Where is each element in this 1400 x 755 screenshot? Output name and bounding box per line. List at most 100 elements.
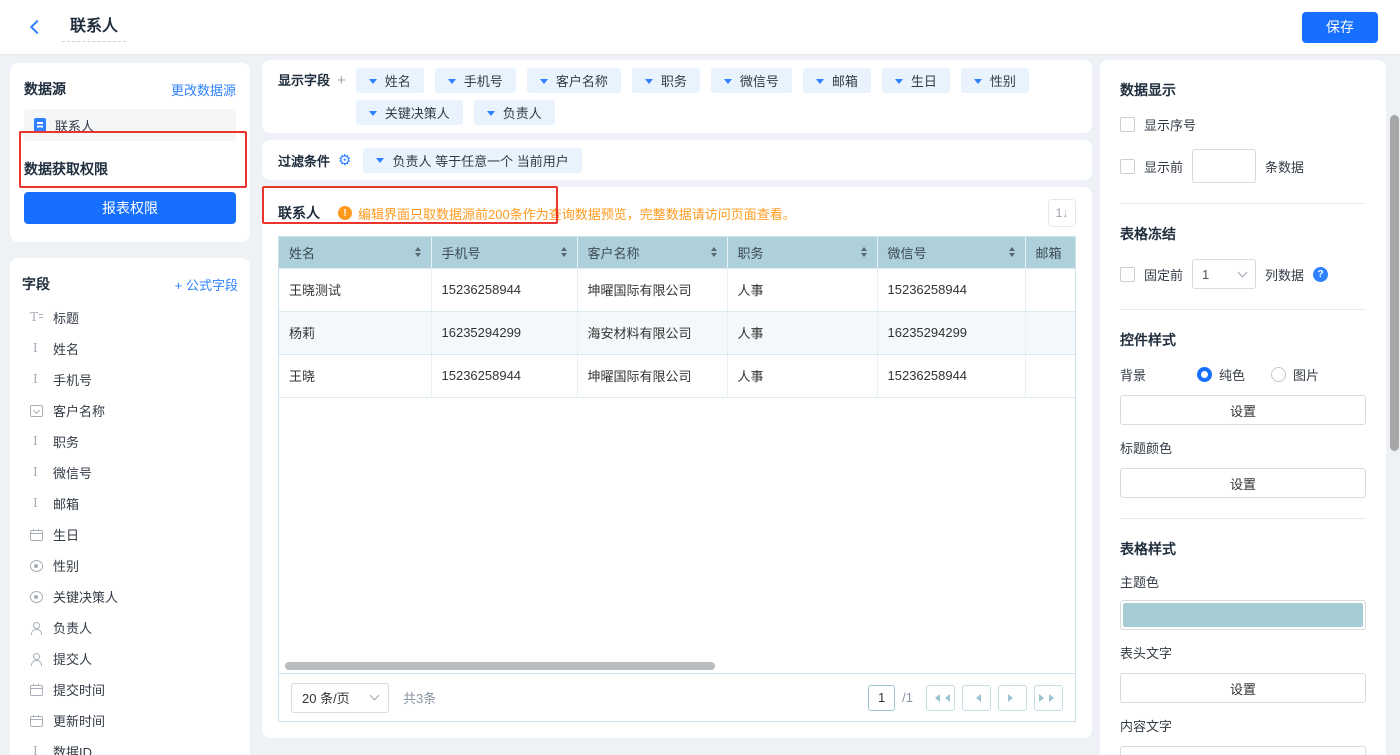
change-datasource-link[interactable]: 更改数据源	[171, 80, 236, 99]
user-icon	[30, 622, 43, 635]
dropdown-triangle-icon	[974, 79, 982, 88]
chip-label: 负责人	[503, 103, 542, 122]
radio-unselected-icon	[1271, 367, 1286, 382]
sort-order-button[interactable]: 1↓	[1048, 199, 1076, 227]
sort-arrows-icon[interactable]	[1009, 244, 1015, 260]
field-label: 性别	[53, 556, 79, 575]
dropdown-triangle-icon	[376, 158, 384, 167]
show-first-count-input[interactable]	[1192, 149, 1256, 183]
table-row: 王晓15236258944坤曜国际有限公司人事15236258944	[279, 354, 1076, 397]
bg-set-button[interactable]: 设置	[1120, 395, 1366, 425]
field-item[interactable]: 提交人	[22, 643, 238, 674]
column-header[interactable]: 姓名	[279, 237, 431, 268]
pagination-bar: 20 条/页 共3条 1 /1	[278, 674, 1076, 722]
show-first-checkbox[interactable]	[1120, 159, 1135, 174]
preview-card: 联系人 ! 编辑界面只取数据源前200条作为查询数据预览，完整数据请访问页面查看…	[262, 187, 1092, 738]
theme-color-swatch[interactable]	[1120, 600, 1366, 630]
next-page-button[interactable]	[998, 685, 1027, 711]
first-page-button[interactable]	[926, 685, 955, 711]
field-item[interactable]: 关键决策人	[22, 581, 238, 612]
sort-arrows-icon[interactable]	[711, 244, 717, 260]
field-item[interactable]: 手机号	[22, 364, 238, 395]
display-field-chip[interactable]: 关键决策人	[356, 100, 463, 125]
table-cell: 王晓	[279, 354, 431, 397]
save-button[interactable]: 保存	[1302, 12, 1378, 43]
show-index-checkbox[interactable]	[1120, 117, 1135, 132]
radio-icon	[30, 591, 43, 603]
display-field-chip[interactable]: 姓名	[356, 68, 424, 93]
horizontal-scrollbar[interactable]	[285, 662, 715, 670]
report-permission-button[interactable]: 报表权限	[24, 192, 236, 224]
field-item[interactable]: 标题	[22, 302, 238, 333]
bg-image-radio[interactable]: 图片	[1271, 365, 1319, 384]
back-button[interactable]	[22, 14, 48, 40]
column-header[interactable]: 手机号	[431, 237, 577, 268]
filter-condition-text: 负责人 等于任意一个 当前用户	[392, 151, 568, 170]
date-icon	[30, 530, 43, 541]
table-cell: 16235294299	[877, 311, 1025, 354]
gear-icon[interactable]: ⚙	[338, 153, 351, 168]
header-text-label: 表头文字	[1120, 643, 1366, 662]
sort-arrows-icon[interactable]	[561, 244, 567, 260]
title-color-set-button[interactable]: 设置	[1120, 468, 1366, 498]
current-page-input[interactable]: 1	[868, 685, 895, 711]
field-item[interactable]: 生日	[22, 519, 238, 550]
datasource-item[interactable]: 联系人	[24, 109, 236, 141]
field-item[interactable]: 更新时间	[22, 705, 238, 736]
table-cell: 15236258944	[877, 268, 1025, 311]
table-cell: 人事	[727, 354, 877, 397]
display-field-chip[interactable]: 客户名称	[527, 68, 621, 93]
content-text-set-button[interactable]: 设置	[1120, 746, 1366, 755]
field-item[interactable]: 职务	[22, 426, 238, 457]
text-icon	[30, 497, 43, 510]
field-item[interactable]: 姓名	[22, 333, 238, 364]
field-item[interactable]: 微信号	[22, 457, 238, 488]
table-cell: 人事	[727, 268, 877, 311]
filter-condition-chip[interactable]: 负责人 等于任意一个 当前用户	[363, 148, 581, 173]
field-item[interactable]: 负责人	[22, 612, 238, 643]
field-item[interactable]: 提交时间	[22, 674, 238, 705]
page-size-select[interactable]: 20 条/页	[291, 683, 389, 713]
page-title[interactable]: 联系人	[62, 12, 126, 42]
display-field-chip[interactable]: 微信号	[711, 68, 792, 93]
document-icon	[34, 118, 46, 132]
dropdown-triangle-icon	[369, 79, 377, 88]
display-field-chip[interactable]: 手机号	[435, 68, 516, 93]
column-header[interactable]: 邮箱	[1025, 237, 1076, 268]
freeze-checkbox[interactable]	[1120, 267, 1135, 282]
add-formula-field-link[interactable]: + 公式字段	[175, 275, 238, 294]
freeze-count-select[interactable]: 1	[1192, 259, 1256, 289]
bg-image-label: 图片	[1293, 365, 1319, 384]
table-cell: 15236258944	[431, 354, 577, 397]
display-field-chip[interactable]: 职务	[632, 68, 700, 93]
right-arrow-icon	[1008, 694, 1017, 702]
sort-arrows-icon[interactable]	[415, 244, 421, 260]
header-text-set-button[interactable]: 设置	[1120, 673, 1366, 703]
last-page-button[interactable]	[1034, 685, 1063, 711]
sort-arrows-icon[interactable]	[861, 244, 867, 260]
field-label: 更新时间	[53, 711, 105, 730]
display-field-chip[interactable]: 生日	[882, 68, 950, 93]
field-label: 关键决策人	[53, 587, 118, 606]
field-item[interactable]: 邮箱	[22, 488, 238, 519]
column-header[interactable]: 职务	[727, 237, 877, 268]
double-left-arrow-icon	[941, 694, 950, 702]
field-label: 数据ID	[53, 742, 92, 755]
column-header[interactable]: 客户名称	[577, 237, 727, 268]
field-item[interactable]: 数据ID	[22, 736, 238, 755]
field-item[interactable]: 性别	[22, 550, 238, 581]
help-icon[interactable]: ?	[1313, 267, 1328, 282]
display-field-chip[interactable]: 邮箱	[803, 68, 871, 93]
display-field-chip[interactable]: 负责人	[474, 100, 555, 125]
filter-card: 过滤条件 ⚙ 负责人 等于任意一个 当前用户	[262, 140, 1092, 180]
bg-solid-radio[interactable]: 纯色	[1197, 365, 1245, 384]
display-field-chip[interactable]: 性别	[961, 68, 1029, 93]
chip-label: 邮箱	[832, 71, 858, 90]
freeze-suffix: 列数据	[1265, 265, 1304, 284]
vertical-scrollbar[interactable]	[1390, 115, 1399, 451]
column-header[interactable]: 微信号	[877, 237, 1025, 268]
field-item[interactable]: 客户名称	[22, 395, 238, 426]
prev-page-button[interactable]	[962, 685, 991, 711]
add-display-field-button[interactable]: +	[337, 68, 346, 93]
chip-label: 性别	[990, 71, 1016, 90]
